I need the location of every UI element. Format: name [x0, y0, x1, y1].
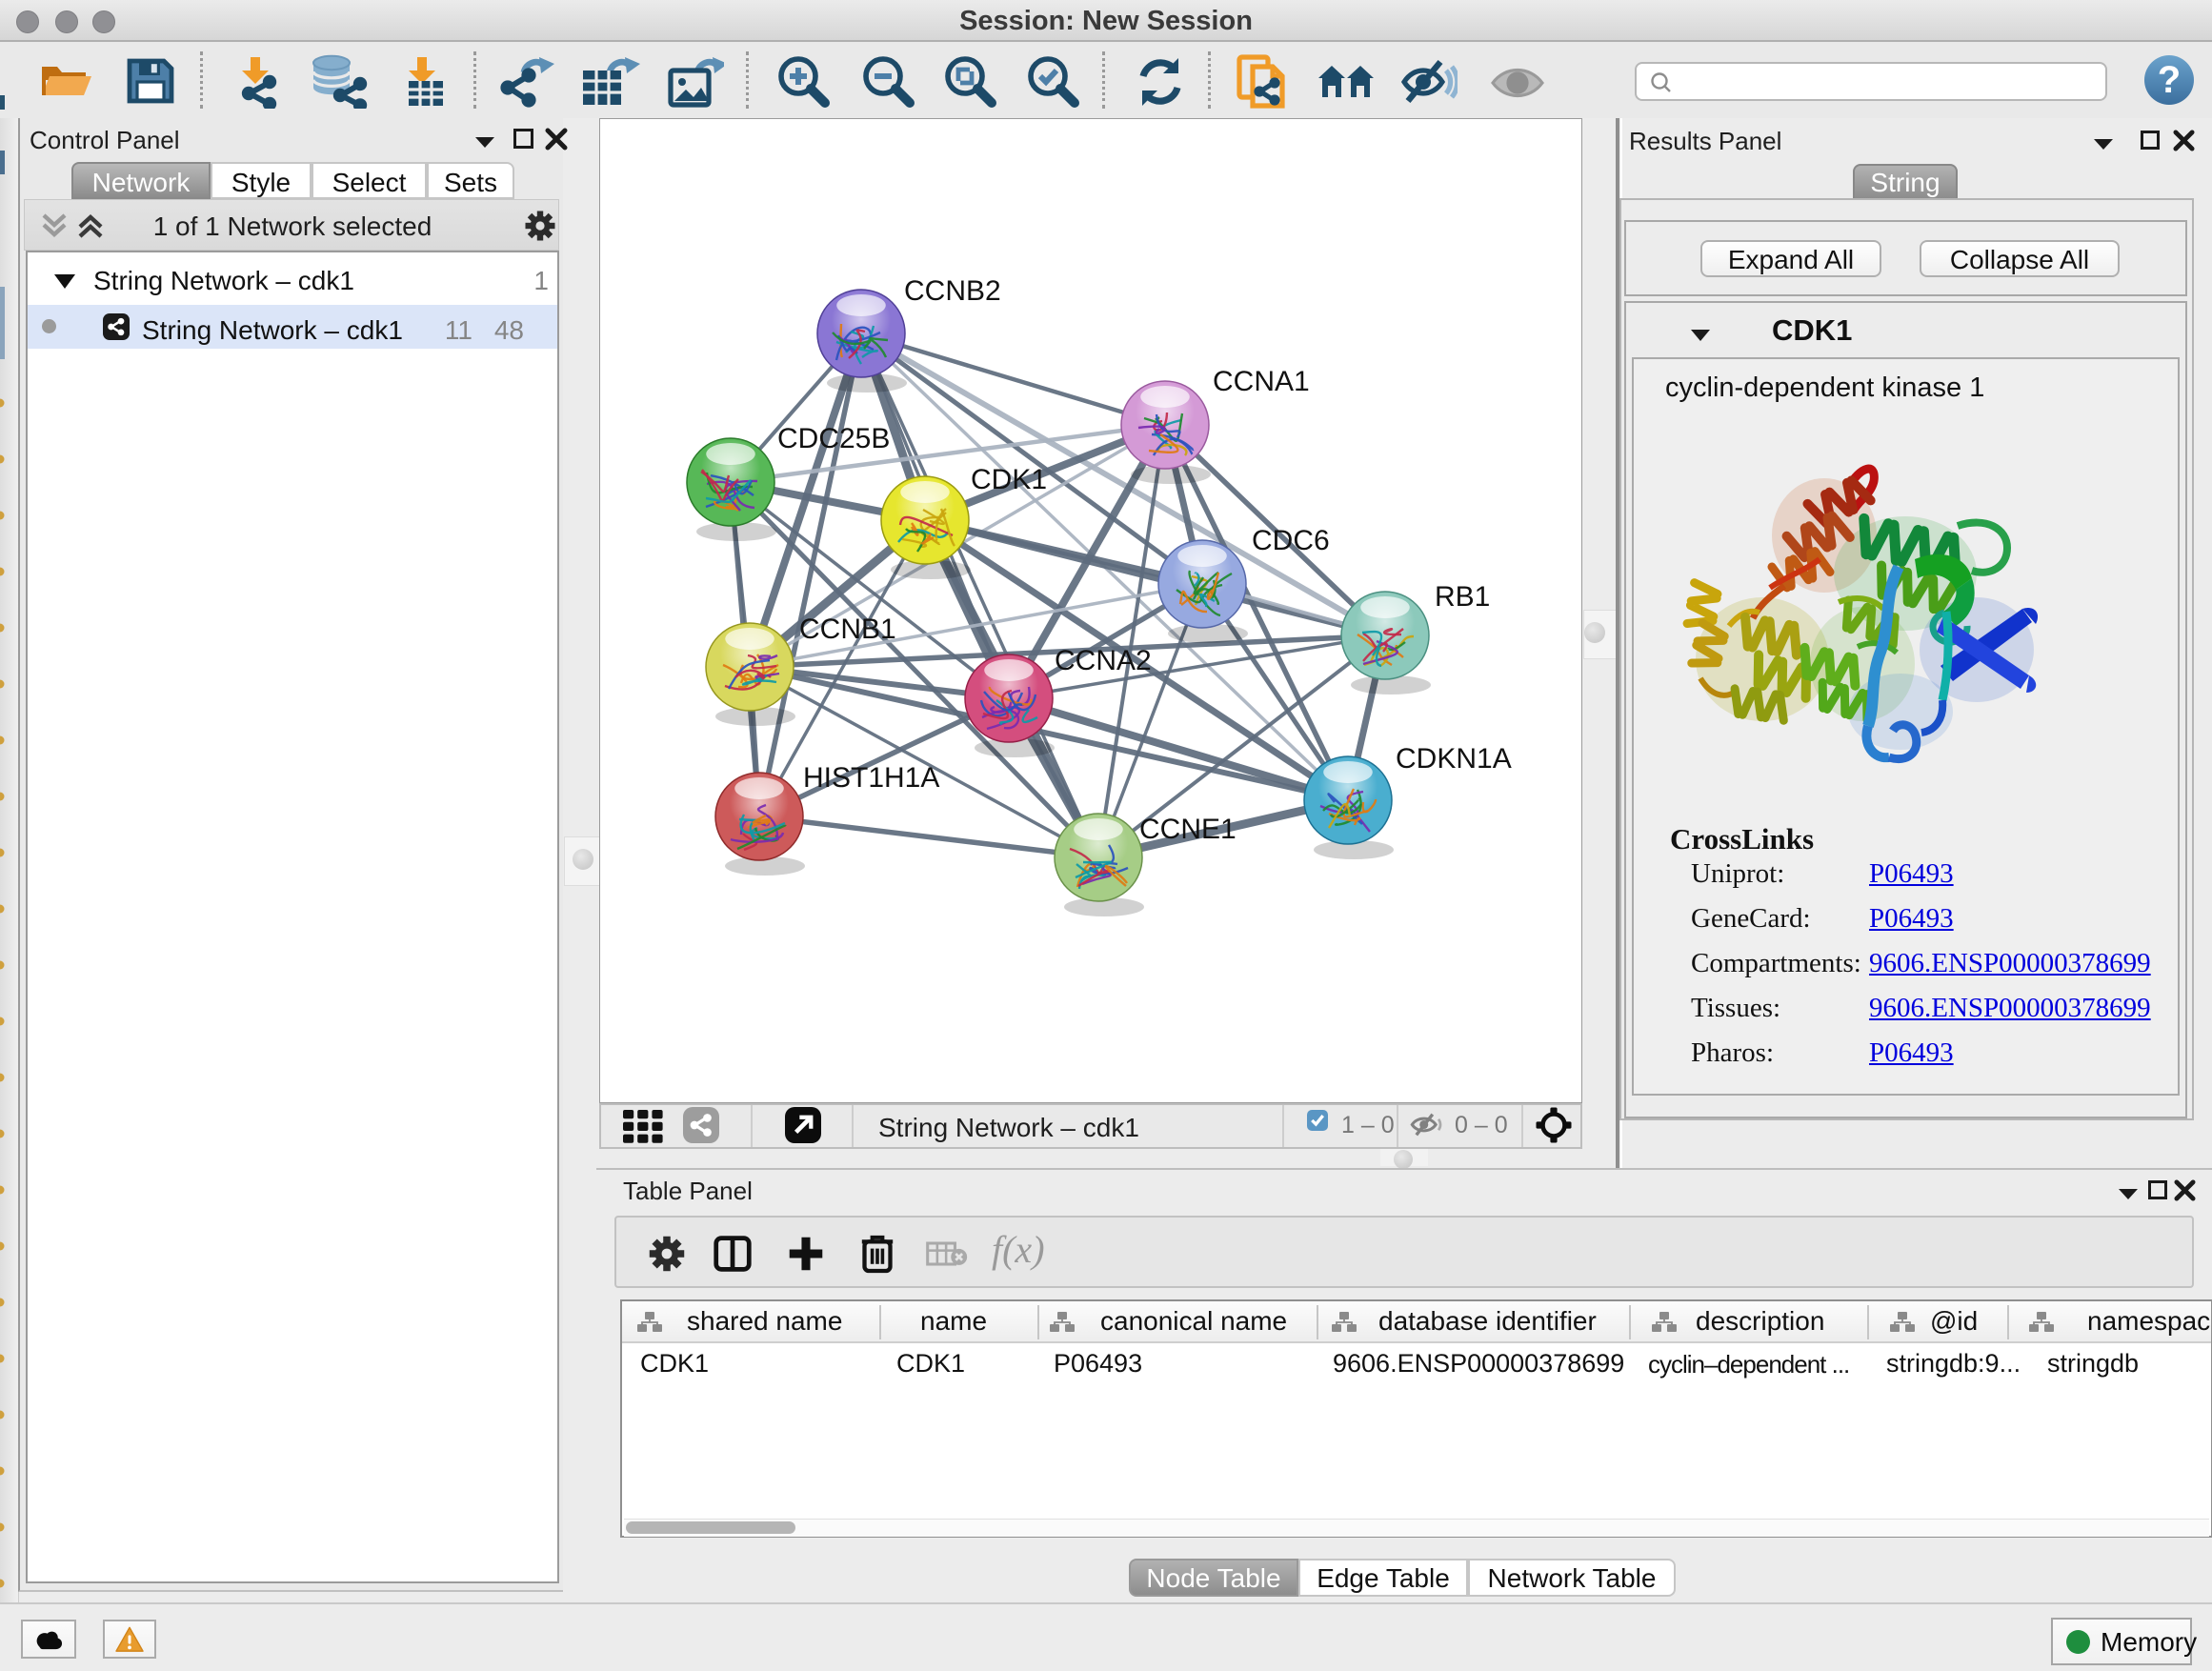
svg-text:CCNA1: CCNA1 [1213, 366, 1310, 397]
svg-text:CCNB2: CCNB2 [904, 275, 1001, 307]
svg-text:CCNA2: CCNA2 [1055, 645, 1152, 676]
svg-text:CCNE1: CCNE1 [1139, 814, 1237, 845]
svg-text:CDKN1A: CDKN1A [1396, 743, 1512, 775]
svg-text:CDK1: CDK1 [971, 464, 1047, 495]
svg-text:CDC25B: CDC25B [777, 423, 890, 454]
svg-text:CDC6: CDC6 [1252, 525, 1330, 556]
svg-text:HIST1H1A: HIST1H1A [803, 762, 939, 794]
svg-text:CCNB1: CCNB1 [799, 614, 896, 645]
svg-text:RB1: RB1 [1435, 581, 1490, 613]
